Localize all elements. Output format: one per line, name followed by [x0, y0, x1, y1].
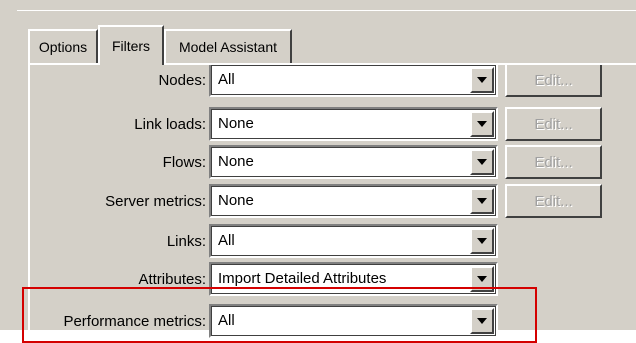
tab-filters-label: Filters: [111, 38, 151, 54]
tab-options[interactable]: Options: [28, 29, 98, 63]
tab-filters[interactable]: Filters: [98, 25, 164, 65]
top-divider: [17, 10, 636, 11]
tab-model-assistant[interactable]: Model Assistant: [164, 29, 292, 63]
tab-model-assistant-label: Model Assistant: [178, 39, 278, 55]
filters-tab-panel: [28, 63, 636, 343]
tab-options-label: Options: [38, 39, 88, 55]
